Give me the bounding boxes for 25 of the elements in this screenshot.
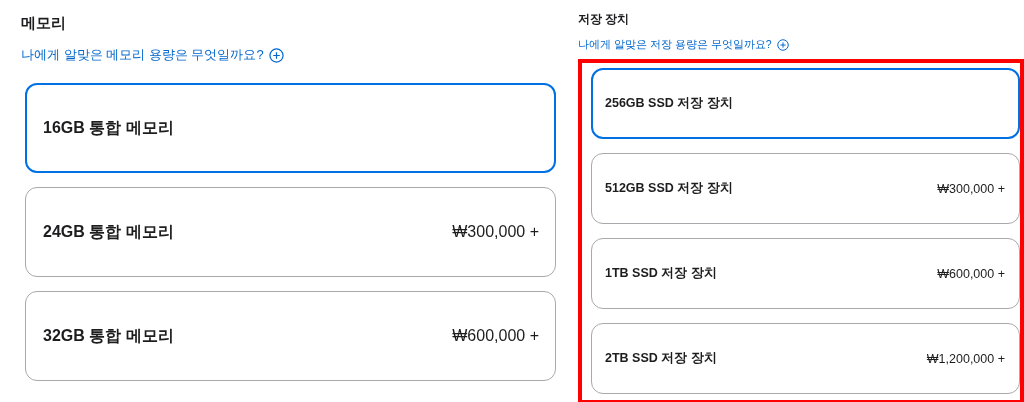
option-label: 24GB 통합 메모리	[43, 221, 174, 242]
help-link[interactable]: 나에게 알맞은 저장 용량은 무엇일까요?	[578, 38, 789, 52]
price-text: ₩300,000 +	[937, 181, 1005, 196]
plus-circle-icon	[776, 39, 789, 51]
option-card[interactable]: 32GB 통합 메모리 ₩600,000 +	[25, 291, 556, 381]
option-card[interactable]: 2TB SSD 저장 장치 ₩1,200,000 +	[591, 323, 1020, 394]
price-text: ₩300,000 +	[452, 223, 539, 241]
option-card[interactable]: 256GB SSD 저장 장치	[591, 68, 1020, 139]
option-label: 256GB SSD 저장 장치	[605, 95, 733, 112]
option-card[interactable]: 24GB 통합 메모리 ₩300,000 +	[25, 187, 556, 277]
option-label: 512GB SSD 저장 장치	[605, 180, 733, 197]
price-text: ₩600,000 +	[937, 266, 1005, 281]
option-label: 1TB SSD 저장 장치	[605, 265, 717, 282]
option-card[interactable]: 1TB SSD 저장 장치 ₩600,000 +	[591, 238, 1020, 309]
option-card[interactable]: 16GB 통합 메모리	[25, 83, 556, 173]
price-text: ₩600,000 +	[452, 327, 539, 345]
help-link[interactable]: 나에게 알맞은 메모리 용량은 무엇일까요?	[21, 46, 284, 64]
section-title: 저장 장치	[578, 11, 631, 25]
option-label: 2TB SSD 저장 장치	[605, 350, 717, 367]
plus-circle-icon	[268, 47, 284, 63]
option-card[interactable]: 512GB SSD 저장 장치 ₩300,000 +	[591, 153, 1020, 224]
option-label: 32GB 통합 메모리	[43, 325, 174, 346]
price-text: ₩1,200,000 +	[926, 351, 1005, 366]
section-title: 메모리	[21, 13, 67, 30]
option-label: 16GB 통합 메모리	[43, 117, 174, 138]
